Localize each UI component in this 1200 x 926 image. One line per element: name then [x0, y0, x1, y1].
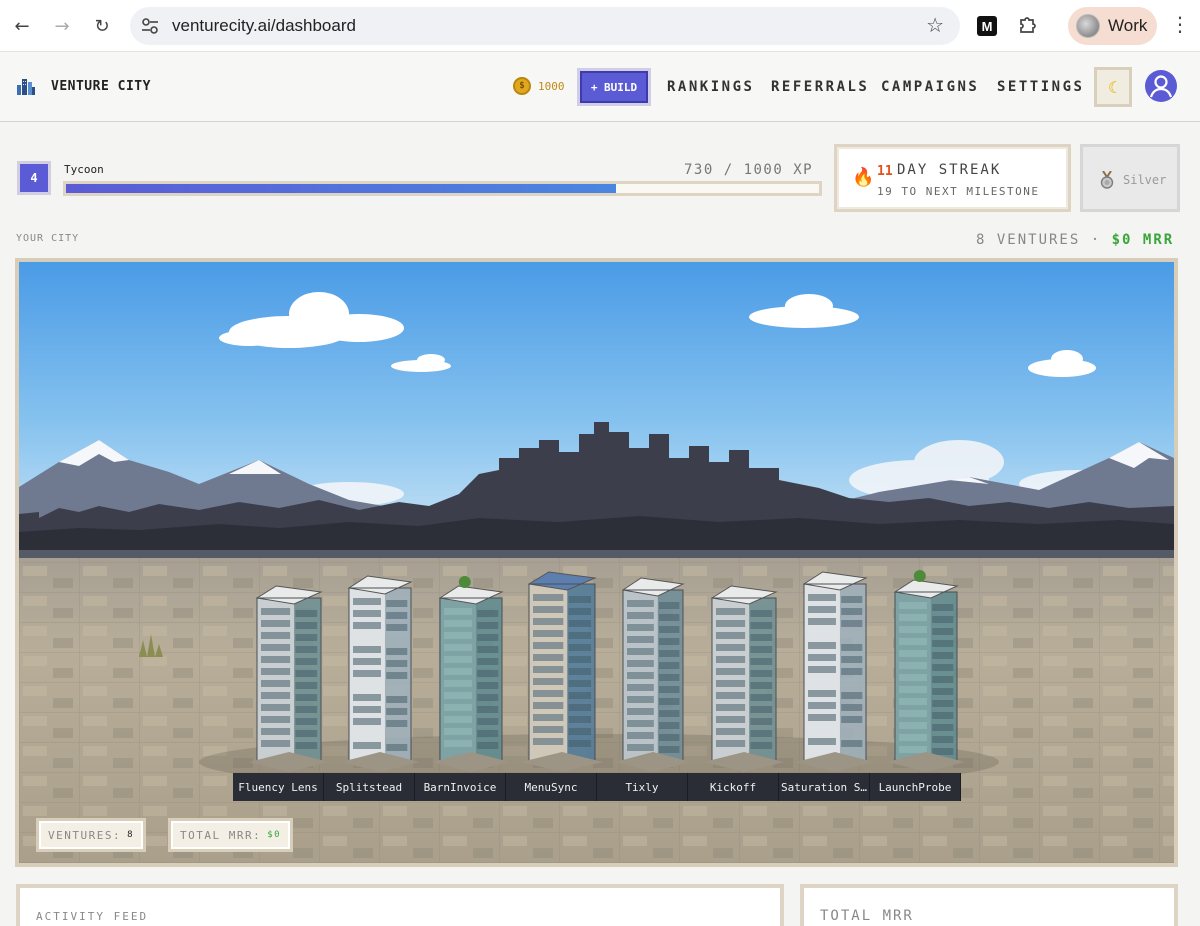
- city-logo-icon[interactable]: [16, 76, 36, 96]
- mrr-chip-value: $0: [267, 830, 282, 840]
- reload-icon[interactable]: ↻: [88, 12, 116, 40]
- total-mrr-title: TOTAL MRR: [820, 908, 914, 924]
- browser-toolbar: ← → ↻ venturecity.ai/dashboard ☆ M Work …: [0, 0, 1200, 52]
- app-header: VENTURE CITY $ 1000 + BUILD RANKINGS REF…: [0, 52, 1200, 122]
- building[interactable]: [249, 585, 329, 772]
- profile-button[interactable]: Work: [1068, 7, 1157, 45]
- xp-text: 730 / 1000 XP: [684, 162, 814, 178]
- xp-progress-bar: [63, 181, 822, 196]
- xp-progress-fill: [66, 184, 616, 193]
- building-label[interactable]: Fluency Lens: [233, 773, 324, 801]
- building[interactable]: [796, 571, 874, 772]
- address-bar[interactable]: venturecity.ai/dashboard ☆: [130, 7, 960, 45]
- moon-icon: ☾: [1108, 77, 1118, 97]
- profile-label: Work: [1108, 16, 1148, 35]
- site-settings-icon[interactable]: [140, 16, 160, 36]
- coin-icon: $: [513, 77, 531, 95]
- activity-feed-panel: ACTIVITY FEED: [16, 884, 784, 926]
- theme-toggle-button[interactable]: ☾: [1094, 67, 1132, 107]
- streak-count: 11: [877, 164, 893, 179]
- building-label[interactable]: MenuSync: [506, 773, 597, 801]
- nav-referrals[interactable]: REFERRALS: [771, 79, 869, 95]
- city-ventures-meta: 8 VENTURES: [976, 232, 1081, 248]
- brand-name[interactable]: VENTURE CITY: [51, 79, 151, 94]
- nav-settings[interactable]: SETTINGS: [997, 79, 1084, 95]
- fire-icon: 🔥: [852, 167, 875, 188]
- mrr-chip-label: TOTAL MRR:: [180, 828, 262, 842]
- building[interactable]: [521, 571, 603, 772]
- coin-balance: 1000: [538, 80, 565, 93]
- streak-card[interactable]: 🔥 11 DAY STREAK 19 TO NEXT MILESTONE: [834, 144, 1071, 212]
- extensions-puzzle-icon[interactable]: [1016, 13, 1040, 37]
- rank-label: Tycoon: [64, 163, 104, 176]
- nav-rankings[interactable]: RANKINGS: [667, 79, 754, 95]
- building-label[interactable]: BarnInvoice: [415, 773, 506, 801]
- ventures-chip-label: VENTURES:: [48, 828, 122, 842]
- url-text[interactable]: venturecity.ai/dashboard: [172, 16, 356, 36]
- activity-feed-title: ACTIVITY FEED: [36, 910, 149, 923]
- build-button[interactable]: + BUILD: [577, 68, 651, 106]
- building-label[interactable]: Saturation S…: [779, 773, 870, 801]
- level-badge: 4: [17, 161, 51, 195]
- user-icon: [1149, 75, 1173, 98]
- meta-separator: ·: [1090, 232, 1102, 248]
- city-section-title: YOUR CITY: [16, 233, 80, 244]
- forward-arrow-icon[interactable]: →: [48, 12, 76, 40]
- tier-label: Silver: [1123, 173, 1167, 187]
- user-avatar[interactable]: [1145, 70, 1177, 102]
- building[interactable]: [432, 576, 510, 772]
- streak-label: DAY STREAK: [897, 162, 1002, 178]
- building[interactable]: [704, 585, 784, 772]
- building[interactable]: [615, 577, 691, 772]
- ventures-chip: VENTURES: 8: [36, 818, 147, 852]
- back-arrow-icon[interactable]: ←: [8, 12, 36, 40]
- mrr-chip: TOTAL MRR: $0: [168, 818, 294, 852]
- medal-icon: [1100, 171, 1114, 189]
- browser-menu-icon[interactable]: ⋮: [1170, 12, 1190, 36]
- city-summary: 8 VENTURES · $0 MRR: [976, 232, 1174, 248]
- city-scene[interactable]: Fluency Lens Splitstead BarnInvoice MenuSyn…: [15, 258, 1178, 867]
- tier-badge[interactable]: Silver: [1080, 144, 1180, 212]
- city-mrr-meta: $0 MRR: [1111, 232, 1175, 248]
- extension-m-icon[interactable]: M: [977, 16, 997, 36]
- building[interactable]: [887, 570, 965, 772]
- streak-milestone: 19 TO NEXT MILESTONE: [877, 185, 1040, 198]
- building-labels: Fluency Lens Splitstead BarnInvoice MenuSyn…: [233, 773, 961, 801]
- total-mrr-panel: TOTAL MRR: [800, 884, 1178, 926]
- building[interactable]: [341, 575, 419, 772]
- ventures-chip-value: 8: [127, 830, 135, 840]
- building-label[interactable]: Kickoff: [688, 773, 779, 801]
- nav-campaigns[interactable]: CAMPAIGNS: [881, 79, 979, 95]
- bookmark-star-icon[interactable]: ☆: [926, 13, 944, 37]
- profile-avatar: [1076, 14, 1100, 38]
- building-label[interactable]: Tixly: [597, 773, 688, 801]
- building-label[interactable]: Splitstead: [324, 773, 415, 801]
- building-label[interactable]: LaunchProbe: [870, 773, 961, 801]
